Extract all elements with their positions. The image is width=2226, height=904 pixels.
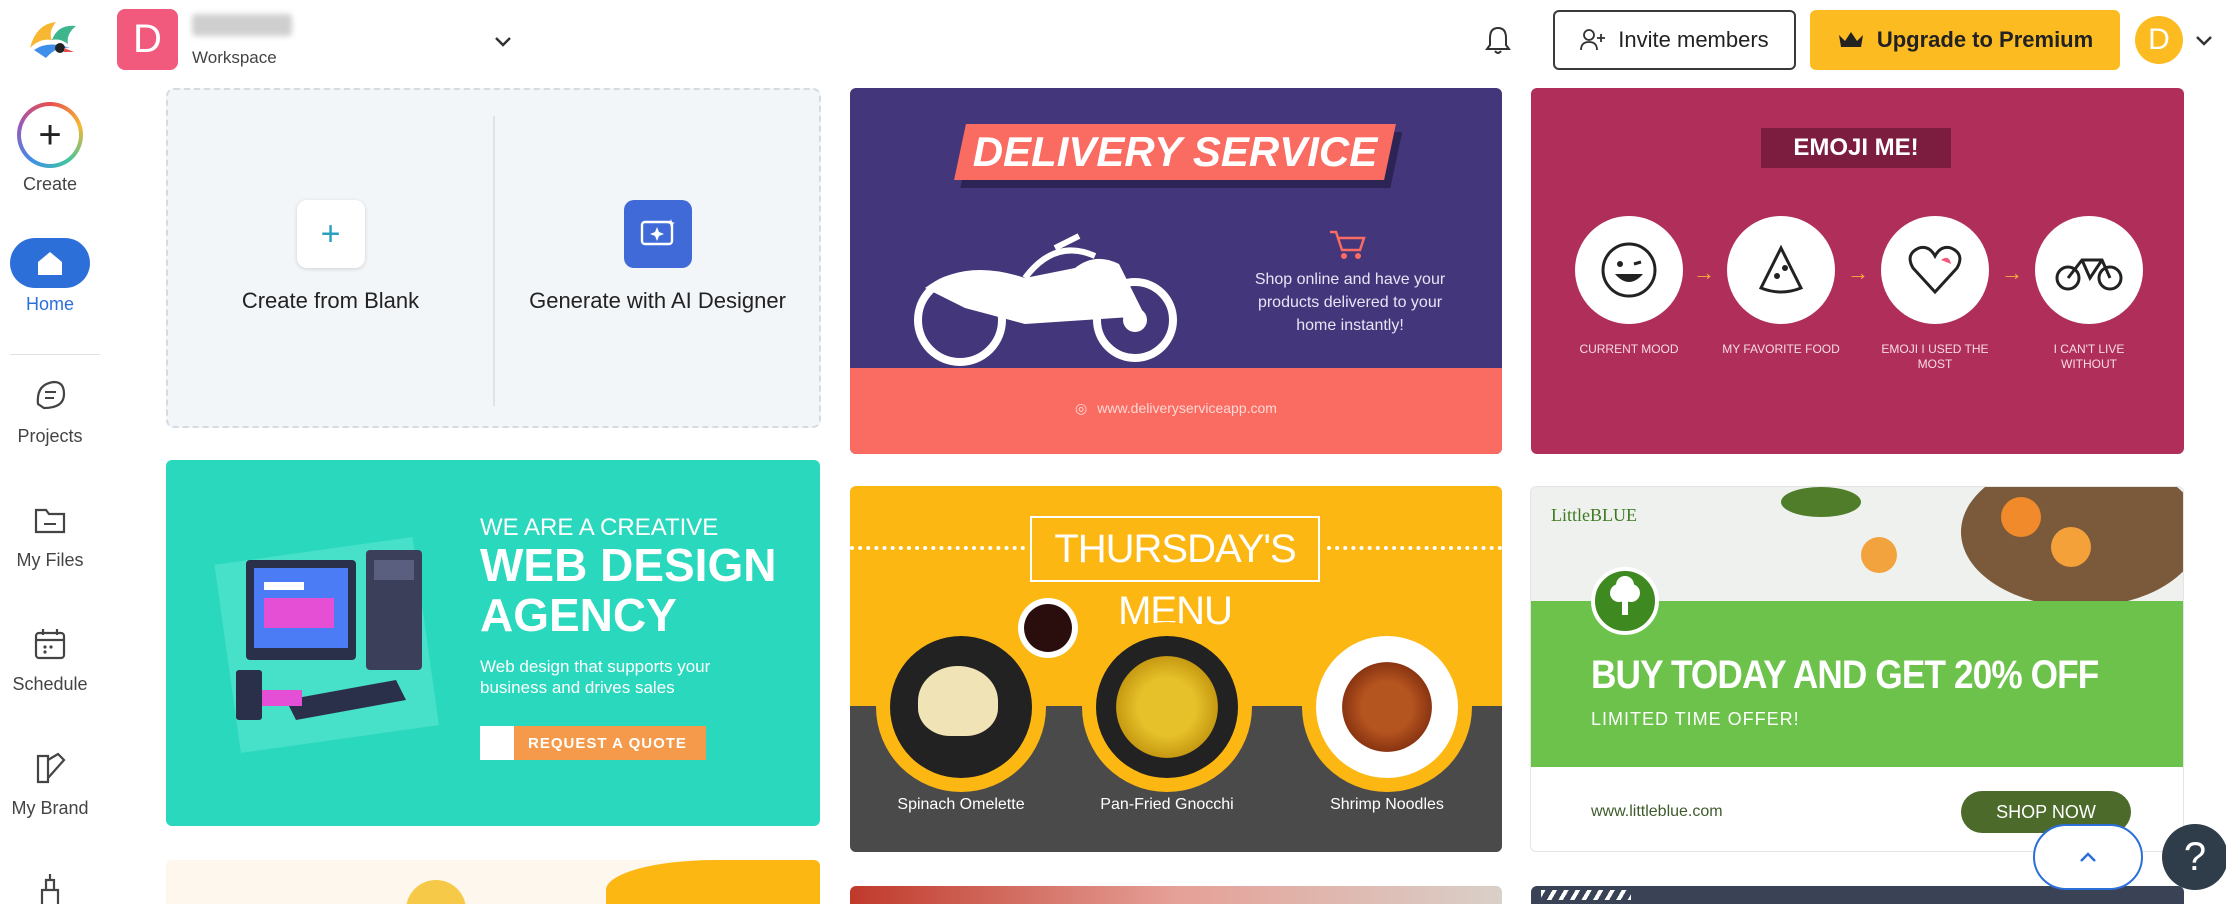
heart-icon <box>1881 216 1989 324</box>
sidebar-item-more[interactable] <box>0 866 100 904</box>
bicycle-icon <box>2035 216 2143 324</box>
template-web-design-agency[interactable]: WE ARE A CREATIVE WEB DESIGN AGENCY Web … <box>166 460 820 826</box>
sidebar-item-create[interactable]: + Create <box>0 102 100 195</box>
help-button[interactable]: ? <box>2162 824 2226 890</box>
template-title: DELIVERY SERVICE <box>972 128 1378 175</box>
sidebar-item-label: My Files <box>16 550 84 570</box>
plus-icon: + <box>296 200 365 268</box>
template-subheadline: LIMITED TIME OFFER! <box>1591 709 1800 729</box>
sidebar-divider <box>10 354 100 355</box>
template-title: EMOJI ME! <box>1761 128 1951 168</box>
emoji-label: MY FAVORITE FOOD <box>1722 342 1840 356</box>
sidebar-item-schedule[interactable]: Schedule <box>0 620 100 695</box>
globe-icon: ◎ <box>1075 400 1088 416</box>
create-from-blank-option[interactable]: + Create from Blank <box>168 200 493 314</box>
brand-icon <box>26 744 74 792</box>
template-body-text: Web design that supports your business a… <box>480 657 711 697</box>
chevron-down-icon[interactable] <box>490 28 516 54</box>
emoji-label: CURRENT MOOD <box>1579 342 1679 356</box>
projects-icon <box>26 372 74 420</box>
sidebar-item-my-files[interactable]: My Files <box>0 496 100 571</box>
template-cta-button: REQUEST A QUOTE <box>480 726 706 760</box>
sidebar-item-label: Home <box>25 294 74 314</box>
menu-item-label: Spinach Omelette <box>897 796 1025 813</box>
sidebar-item-my-brand[interactable]: My Brand <box>0 744 100 819</box>
tower-icon <box>26 866 74 904</box>
user-avatar[interactable]: D <box>2135 16 2183 64</box>
coffee-image <box>1024 604 1072 652</box>
menu-item-label: Pan-Fried Gnocchi <box>1100 796 1234 813</box>
sidebar-item-label: Create <box>22 174 78 194</box>
menu-item-label: Shrimp Noodles <box>1330 796 1444 813</box>
smiley-icon <box>1575 216 1683 324</box>
template-title-line: WEB DESIGN <box>480 539 777 591</box>
emoji-label: I CAN'T LIVE WITHOUT <box>2053 342 2125 371</box>
sidebar-item-projects[interactable]: Projects <box>0 372 100 447</box>
template-delivery-service[interactable]: DELIVERY SERVICE Shop online and have yo… <box>850 88 1502 454</box>
plus-icon: + <box>17 102 83 168</box>
invite-members-label: Invite members <box>1618 27 1769 52</box>
upgrade-premium-button[interactable]: Upgrade to Premium <box>1810 10 2120 70</box>
emoji-label: EMOJI I USED THE MOST <box>1881 342 1989 371</box>
scroll-to-top-button[interactable] <box>2033 824 2143 890</box>
template-title-banner: DELIVERY SERVICE <box>954 124 1396 180</box>
calendar-icon <box>26 620 74 668</box>
template-title: WEB DESIGN AGENCY <box>480 540 776 640</box>
template-url: www.littleblue.com <box>1591 803 1723 820</box>
ai-sparkle-icon <box>623 200 692 268</box>
template-partial-row[interactable] <box>166 860 820 904</box>
template-body-text: Shop online and have your products deliv… <box>1254 271 1446 334</box>
add-user-icon <box>1580 29 1606 51</box>
workspace-subtitle: Workspace <box>192 48 277 67</box>
dotted-divider <box>850 546 1025 550</box>
template-url: ◎ www.deliveryserviceapp.com <box>850 400 1502 417</box>
dotted-divider <box>1327 546 1502 550</box>
top-bar: D Workspace Invite members Upgrade to Pr… <box>0 0 2226 82</box>
arrow-right-icon: → <box>1847 260 1869 285</box>
sidebar-item-label: My Brand <box>11 798 89 818</box>
template-title-line: AGENCY <box>480 589 677 641</box>
pizza-icon <box>1727 216 1835 324</box>
template-url-text: www.deliveryserviceapp.com <box>1097 400 1277 416</box>
sidebar: + Create Home Projects My Files Schedule… <box>0 82 100 904</box>
create-from-blank-label: Create from Blank <box>241 288 420 313</box>
ai-designer-label: Generate with AI Designer <box>529 288 786 313</box>
computer-illustration <box>214 536 439 753</box>
template-partial-row[interactable] <box>850 886 1502 904</box>
workspace-name-redacted <box>192 14 292 36</box>
notification-bell-icon[interactable] <box>1483 24 1513 56</box>
template-title: THURSDAY'S MENU <box>1030 516 1320 633</box>
chevron-down-icon[interactable] <box>2192 28 2216 52</box>
noodles-image <box>1342 662 1432 752</box>
template-emoji-me[interactable]: EMOJI ME! → → → CURRENT MOOD MY FAVORITE… <box>1531 88 2184 454</box>
home-icon <box>10 238 90 288</box>
upgrade-premium-label: Upgrade to Premium <box>1876 27 2094 52</box>
gnocchi-image <box>1116 656 1218 758</box>
ai-designer-option[interactable]: Generate with AI Designer <box>495 200 819 314</box>
arrow-right-icon: → <box>2001 260 2023 285</box>
image-icon <box>480 726 514 760</box>
broccoli-icon <box>1591 567 1659 635</box>
template-subtitle: WE ARE A CREATIVE <box>480 514 719 541</box>
template-thursdays-menu[interactable]: THURSDAY'S MENU Spinach Omelette Pan-Fri… <box>850 486 1502 852</box>
template-headline: BUY TODAY AND GET 20% OFF <box>1591 653 2099 697</box>
template-cta-label: REQUEST A QUOTE <box>528 734 687 752</box>
template-little-blue-sale[interactable]: LittleBLUE BUY TODAY AND GET 20% OFF LIM… <box>1530 486 2184 852</box>
app-logo[interactable] <box>26 18 82 62</box>
chevron-up-icon <box>2080 852 2096 862</box>
brand-logo: LittleBLUE <box>1551 505 1637 525</box>
folder-icon <box>26 496 74 544</box>
omelette-image <box>918 666 998 736</box>
sidebar-item-label: Schedule <box>12 674 88 694</box>
shopping-cart-icon <box>1330 230 1366 259</box>
workspace-avatar[interactable]: D <box>117 9 178 70</box>
sidebar-item-home[interactable]: Home <box>0 238 100 315</box>
invite-members-button[interactable]: Invite members <box>1553 10 1796 70</box>
crown-icon <box>1838 32 1863 47</box>
arrow-right-icon: → <box>1693 260 1715 285</box>
sidebar-item-label: Projects <box>17 426 83 446</box>
create-design-card: + Create from Blank Generate with AI Des… <box>166 88 821 428</box>
motorcycle-illustration <box>914 233 1177 366</box>
